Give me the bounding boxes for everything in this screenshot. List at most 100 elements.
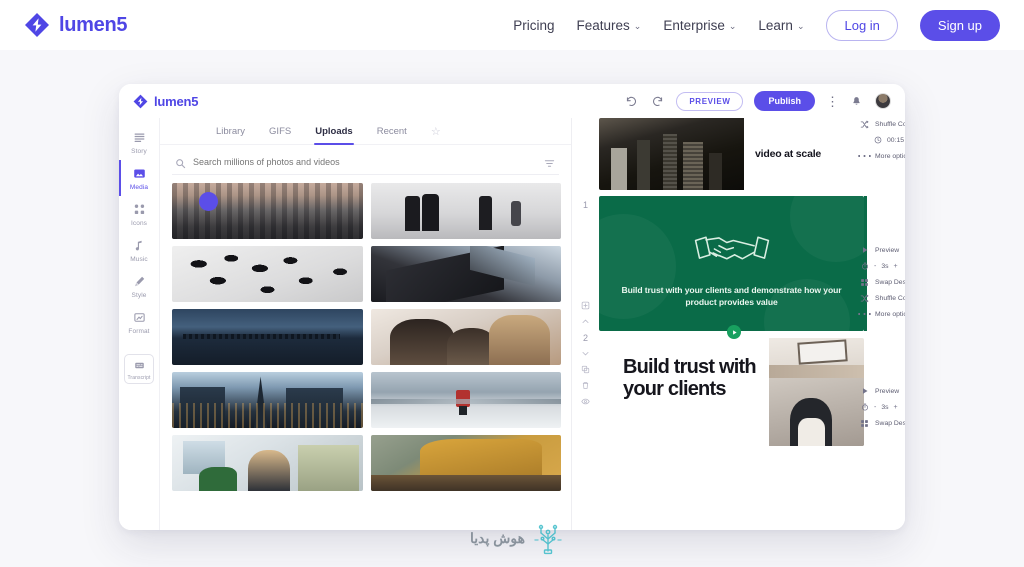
scene-number: 2 — [582, 333, 588, 343]
sidebar-item-format[interactable]: Format — [119, 304, 160, 340]
play-badge-button[interactable] — [727, 325, 741, 339]
tab-recent[interactable]: Recent — [377, 118, 407, 145]
option-label: Swap Design — [875, 419, 905, 427]
sidebar-item-music[interactable]: Music — [119, 232, 160, 268]
filter-icon[interactable] — [544, 156, 555, 167]
chevron-down-icon: ⌄ — [728, 20, 737, 31]
handshake-icon — [693, 226, 771, 272]
lumen5-diamond-icon — [24, 12, 50, 38]
site-nav: Pricing Features ⌄ Enterprise ⌄ Learn ⌄ … — [513, 9, 1000, 41]
bell-icon[interactable] — [849, 94, 864, 109]
media-thumbnail[interactable] — [370, 435, 561, 491]
option-swap-design[interactable]: Swap Design — [860, 415, 905, 431]
signup-button[interactable]: Sign up — [919, 9, 1000, 41]
star-icon[interactable]: ☆ — [431, 125, 441, 138]
scene-image-woman-on-sofa — [769, 338, 864, 446]
option-label: More options — [875, 152, 905, 160]
scene-options-group: Shuffle Colors 00:15 ⌄ ⋯ More options — [857, 118, 906, 165]
tab-gifs[interactable]: GIFS — [269, 118, 291, 145]
add-scene-icon[interactable] — [580, 300, 591, 311]
nav-item-features[interactable]: Features ⌄ — [577, 18, 642, 33]
lumen5-diamond-icon — [133, 94, 148, 109]
duration-increase-button[interactable]: + — [894, 404, 898, 411]
nav-item-label: Pricing — [513, 17, 555, 33]
media-thumbnail[interactable] — [172, 309, 363, 365]
user-avatar[interactable] — [875, 93, 891, 109]
search-input[interactable] — [193, 156, 537, 167]
swap-grid-icon — [860, 419, 869, 428]
decorative-blob — [790, 196, 864, 262]
site-logo[interactable]: lumen5 — [24, 12, 128, 38]
option-preview[interactable]: Preview — [860, 242, 905, 258]
timer-icon — [860, 403, 869, 412]
nav-item-label: Features — [576, 17, 630, 33]
vertical-dots-icon[interactable]: ⋮ — [826, 95, 839, 108]
move-down-icon[interactable] — [580, 348, 591, 359]
timer-icon — [860, 262, 869, 271]
duplicate-icon[interactable] — [580, 364, 591, 375]
option-label: Shuffle Colors — [875, 294, 905, 302]
option-preview[interactable]: Preview — [860, 383, 905, 399]
option-label: More options — [875, 310, 905, 318]
story-lines-icon — [132, 130, 147, 145]
transcript-button[interactable]: Transcript — [124, 354, 154, 384]
duration-decrease-button[interactable]: - — [874, 404, 876, 411]
nav-item-learn[interactable]: Learn ⌄ — [758, 18, 804, 33]
scene-duration-stepper: - 3s + — [860, 258, 905, 274]
media-thumbnail[interactable] — [370, 246, 561, 302]
move-up-icon[interactable] — [580, 316, 591, 327]
app-toolbar-actions: PREVIEW Publish ⋮ — [624, 91, 891, 111]
chevron-down-icon: ⌄ — [796, 20, 805, 31]
tab-library[interactable]: Library — [216, 118, 245, 145]
style-palette-icon — [132, 274, 147, 289]
media-thumbnail[interactable] — [172, 372, 363, 428]
nav-item-pricing[interactable]: Pricing — [513, 18, 554, 33]
option-more-options[interactable]: ⋯ More options — [856, 306, 906, 323]
scene-card[interactable]: Build trust with your clients — [599, 338, 864, 446]
music-note-icon — [132, 238, 147, 253]
media-thumbnail[interactable] — [370, 309, 561, 365]
app-logo[interactable]: lumen5 — [133, 94, 199, 109]
option-more-options[interactable]: ⋯ More options — [857, 148, 906, 165]
duration-decrease-button[interactable]: - — [874, 263, 876, 270]
sidebar-item-media[interactable]: Media — [119, 160, 160, 196]
scene-caption: Build trust with your clients and demons… — [621, 285, 842, 308]
search-icon — [175, 156, 186, 169]
nav-item-label: Learn — [758, 17, 793, 33]
nav-item-label: Enterprise — [663, 17, 725, 33]
login-button[interactable]: Log in — [826, 9, 898, 41]
option-swap-design[interactable]: Swap Design — [860, 274, 905, 290]
option-shuffle-colors[interactable]: Shuffle Colors — [860, 118, 905, 132]
sidebar-item-label: Media — [129, 184, 149, 191]
preview-button[interactable]: PREVIEW — [676, 91, 744, 111]
format-frame-icon — [132, 310, 147, 325]
icons-grid-icon — [132, 202, 147, 217]
scene-number: 1 — [582, 200, 588, 210]
nav-item-enterprise[interactable]: Enterprise ⌄ — [663, 18, 736, 33]
scene-options-group: Preview - 3s + — [860, 383, 905, 431]
sidebar-item-story[interactable]: Story — [119, 124, 160, 160]
media-image-icon — [132, 166, 147, 181]
scene-card[interactable]: video at scale — [599, 118, 864, 190]
media-thumbnail[interactable] — [370, 372, 561, 428]
media-thumbnail[interactable] — [172, 183, 363, 239]
ellipsis-icon: ⋯ — [856, 306, 873, 323]
sidebar-item-icons[interactable]: Icons — [119, 196, 160, 232]
media-thumbnail-grid — [172, 183, 561, 491]
duration-value: 00:15 — [887, 136, 905, 144]
undo-icon[interactable] — [624, 94, 639, 109]
media-thumbnail[interactable] — [172, 435, 363, 491]
delete-icon[interactable] — [580, 380, 591, 391]
option-label: Preview — [875, 387, 900, 395]
hide-scene-icon[interactable] — [580, 396, 591, 407]
publish-button[interactable]: Publish — [754, 91, 815, 111]
media-thumbnail[interactable] — [370, 183, 561, 239]
scene-card[interactable]: Build trust with your clients and demons… — [599, 196, 864, 331]
option-label: Preview — [875, 246, 900, 254]
redo-icon[interactable] — [650, 94, 665, 109]
sidebar-item-style[interactable]: Style — [119, 268, 160, 304]
clock-icon — [873, 136, 882, 145]
media-thumbnail[interactable] — [172, 246, 363, 302]
tab-uploads[interactable]: Uploads — [314, 118, 355, 145]
duration-increase-button[interactable]: + — [894, 263, 898, 270]
